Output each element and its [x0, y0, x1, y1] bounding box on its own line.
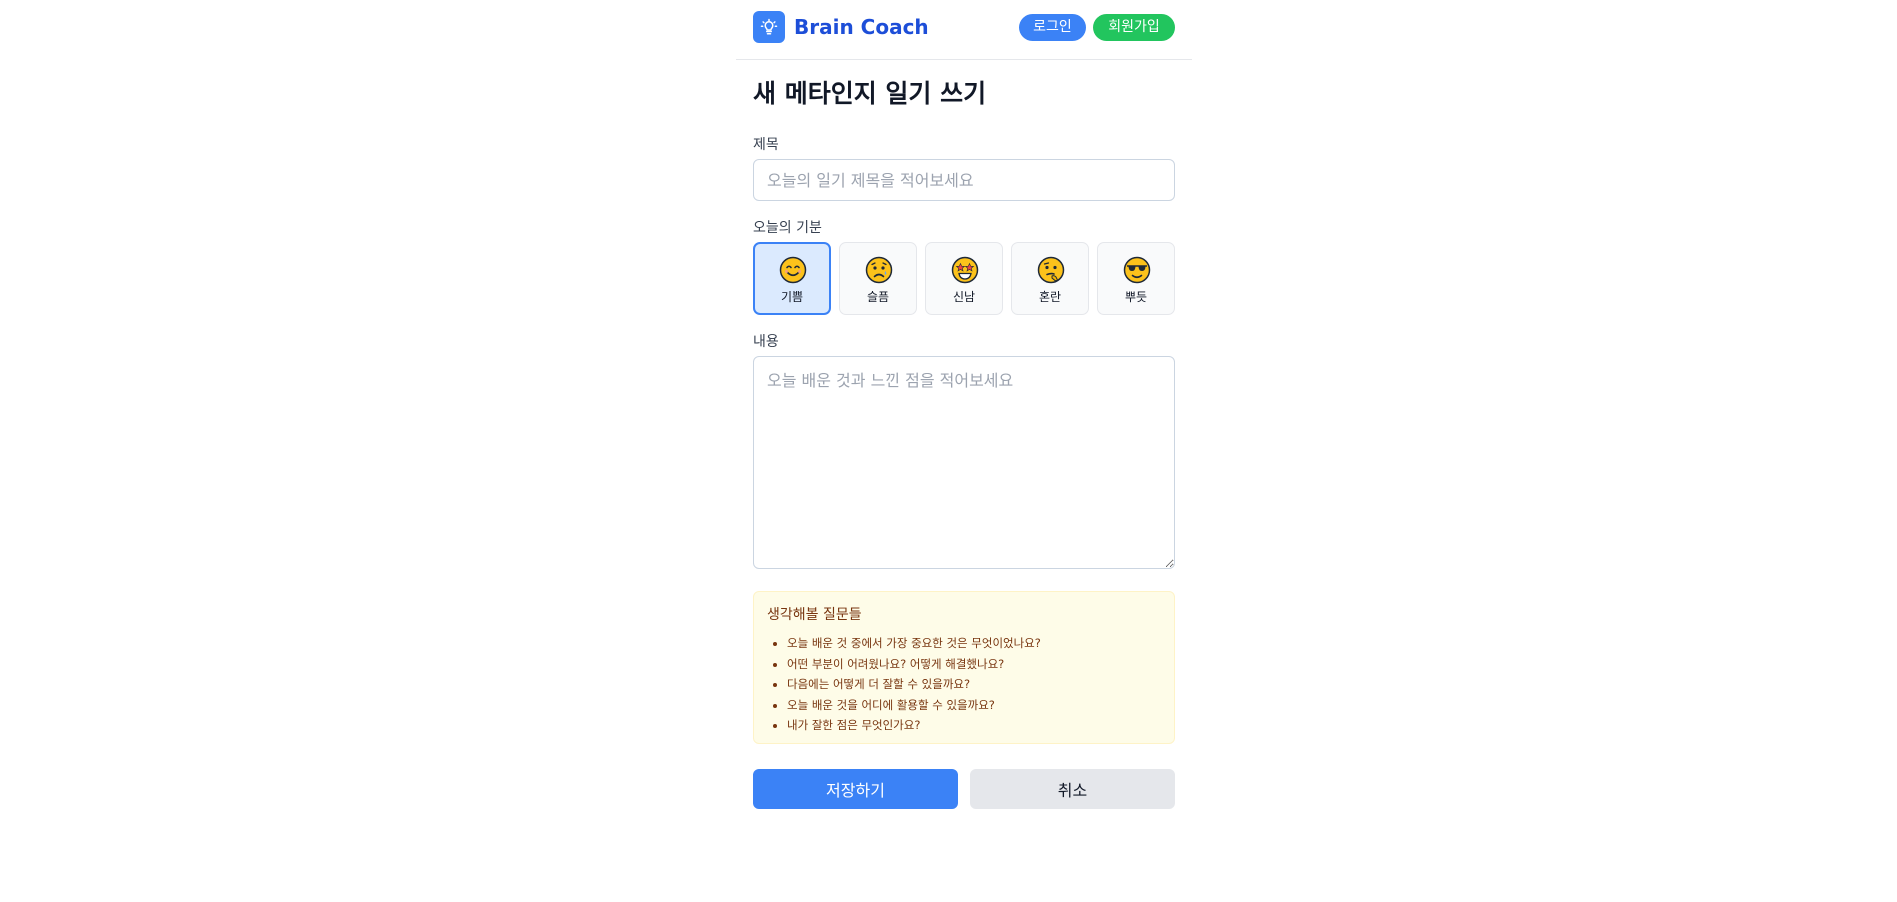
smiling-face-icon — [779, 256, 807, 284]
reflection-questions-box: 생각해볼 질문들 오늘 배운 것 중에서 가장 중요한 것은 무엇이었나요? 어… — [753, 591, 1175, 744]
mood-option-label: 신남 — [952, 290, 976, 304]
save-button[interactable]: 저장하기 — [753, 769, 958, 809]
reflection-questions-list: 오늘 배운 것 중에서 가장 중요한 것은 무엇이었나요? 어떤 부분이 어려웠… — [767, 633, 1041, 736]
brand-name[interactable]: Brain Coach — [794, 14, 929, 40]
star-struck-face-icon — [951, 256, 979, 284]
mood-selector: 기쁨 슬픔 신남 혼란 뿌듯 — [753, 242, 1175, 315]
mood-option-label: 기쁨 — [780, 290, 804, 304]
list-item: 오늘 배운 것을 어디에 활용할 수 있을까요? — [787, 695, 1041, 716]
list-item: 다음에는 어떻게 더 잘할 수 있을까요? — [787, 674, 1041, 695]
mood-option-label: 뿌듯 — [1124, 290, 1148, 304]
mood-option-label: 슬픔 — [866, 290, 890, 304]
title-label: 제목 — [753, 137, 779, 153]
top-header: Brain Coach 로그인 회원가입 — [736, 0, 1192, 60]
title-input[interactable] — [753, 159, 1175, 201]
list-item: 오늘 배운 것 중에서 가장 중요한 것은 무엇이었나요? — [787, 633, 1041, 654]
lightbulb-icon — [753, 11, 785, 43]
cancel-button[interactable]: 취소 — [970, 769, 1175, 809]
mood-option-excited[interactable]: 신남 — [925, 242, 1003, 315]
mood-option-confused[interactable]: 혼란 — [1011, 242, 1089, 315]
reflection-questions-title: 생각해볼 질문들 — [767, 607, 862, 623]
content-label: 내용 — [753, 334, 779, 350]
mood-label: 오늘의 기분 — [753, 220, 822, 236]
content-textarea[interactable] — [753, 356, 1175, 569]
mood-option-joy[interactable]: 기쁨 — [753, 242, 831, 315]
confused-face-icon — [1037, 256, 1065, 284]
mood-option-sad[interactable]: 슬픔 — [839, 242, 917, 315]
list-item: 내가 잘한 점은 무엇인가요? — [787, 715, 1041, 736]
list-item: 어떤 부분이 어려웠나요? 어떻게 해결했나요? — [787, 654, 1041, 675]
mood-option-label: 혼란 — [1038, 290, 1062, 304]
sad-face-icon — [865, 256, 893, 284]
sunglasses-face-icon — [1123, 256, 1151, 284]
signup-button[interactable]: 회원가입 — [1093, 14, 1175, 41]
login-button[interactable]: 로그인 — [1019, 14, 1086, 41]
page-title: 새 메타인지 일기 쓰기 — [753, 79, 987, 108]
mood-option-proud[interactable]: 뿌듯 — [1097, 242, 1175, 315]
app-container: Brain Coach 로그인 회원가입 새 메타인지 일기 쓰기 제목 오늘의… — [736, 0, 1192, 902]
